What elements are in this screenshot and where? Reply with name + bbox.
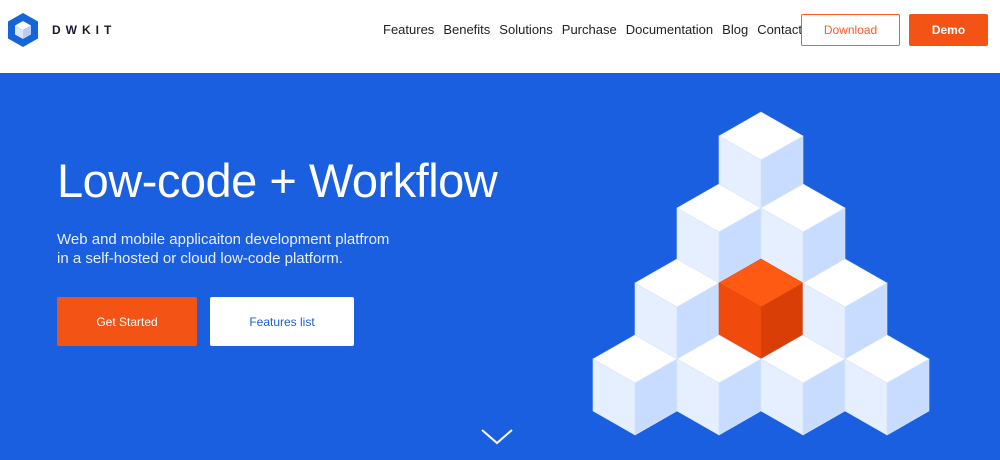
brand-logo[interactable]: DWKIT bbox=[6, 12, 116, 48]
cube-logo-icon bbox=[8, 13, 38, 47]
nav-link-features[interactable]: Features bbox=[383, 22, 434, 38]
nav-link-purchase[interactable]: Purchase bbox=[562, 22, 617, 38]
nav-link-blog[interactable]: Blog bbox=[722, 22, 748, 38]
demo-button[interactable]: Demo bbox=[909, 14, 988, 46]
brand-name: DWKIT bbox=[52, 23, 117, 37]
download-button[interactable]: Download bbox=[801, 14, 900, 46]
chevron-down-icon[interactable] bbox=[480, 428, 514, 446]
hero-subtitle-line-1: Web and mobile applicaiton development p… bbox=[57, 231, 390, 248]
nav-link-documentation[interactable]: Documentation bbox=[626, 22, 713, 38]
main-nav: Features Benefits Solutions Purchase Doc… bbox=[383, 22, 818, 38]
hero-subtitle: Web and mobile applicaiton development p… bbox=[57, 230, 417, 268]
get-started-button[interactable]: Get Started bbox=[57, 297, 197, 346]
hero-section: Low-code + Workflow Web and mobile appli… bbox=[0, 73, 1000, 460]
top-navbar: DWKIT Features Benefits Solutions Purcha… bbox=[0, 0, 1000, 73]
nav-link-benefits[interactable]: Benefits bbox=[443, 22, 490, 38]
nav-link-solutions[interactable]: Solutions bbox=[499, 22, 552, 38]
features-list-button[interactable]: Features list bbox=[210, 297, 354, 346]
hero-title: Low-code + Workflow bbox=[57, 154, 498, 207]
cube-pyramid-illustration bbox=[592, 111, 930, 436]
hero-subtitle-line-2: in a self-hosted or cloud low-code platf… bbox=[57, 250, 343, 267]
